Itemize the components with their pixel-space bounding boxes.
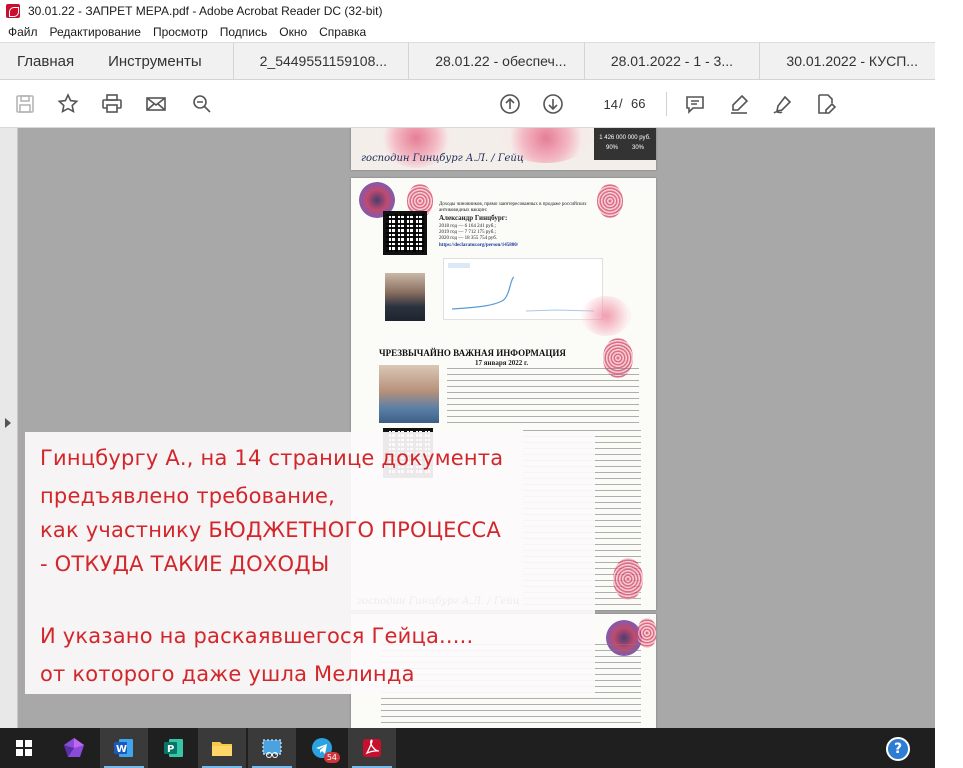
red-annotation-overlay: Гинцбургу А., на 14 странице документа п… <box>25 432 595 694</box>
title-bar: 30.01.22 - ЗАПРЕТ МЕРА.pdf - Adobe Acrob… <box>0 0 935 22</box>
income-2020: 2020 год — 18 355 754 руб. <box>439 236 497 241</box>
menu-edit[interactable]: Редактирование <box>50 25 141 39</box>
tab-row: Главная Инструменты 2_5449551159108... 2… <box>0 42 935 80</box>
gates-photo <box>379 365 439 423</box>
stamp-seal <box>581 296 631 336</box>
menu-help[interactable]: Справка <box>319 25 366 39</box>
telegram-badge: 54 <box>323 752 340 763</box>
badge-percent-right: 30% <box>632 145 645 151</box>
right-edge <box>935 0 963 728</box>
snipping-tool-icon[interactable] <box>248 728 296 768</box>
svg-text:P: P <box>167 744 174 755</box>
annotation-line: как участнику БЮДЖЕТНОГО ПРОЦЕССА <box>40 518 501 542</box>
annotation-line: предъявлено требование, <box>40 484 336 508</box>
taskbar: W P 54 <box>0 728 935 768</box>
highlight-icon[interactable] <box>725 90 753 118</box>
print-icon[interactable] <box>98 90 126 118</box>
pdf-page: господин Гинцбург А.Л. / Гейц 1 426 000 … <box>351 128 656 170</box>
menu-file[interactable]: Файл <box>8 25 38 39</box>
document-viewport[interactable]: господин Гинцбург А.Л. / Гейц 1 426 000 … <box>0 128 935 728</box>
file-explorer-icon[interactable] <box>198 728 246 768</box>
publisher-icon[interactable]: P <box>150 728 198 768</box>
fill-sign-icon[interactable] <box>812 90 840 118</box>
heading-date: 17 января 2022 г. <box>475 359 529 367</box>
income-chart-image <box>443 258 603 320</box>
badge-amount: 1 426 000 000 руб. <box>599 135 651 141</box>
annotation-line: И указано на раскаявшегося Гейца..... <box>40 624 474 648</box>
annotation-line: Гинцбургу А., на 14 странице документа <box>40 446 504 470</box>
email-icon[interactable] <box>142 90 170 118</box>
tab-home[interactable]: Главная <box>0 43 91 79</box>
fingerprint <box>613 558 643 600</box>
menu-bar: Файл Редактирование Просмотр Подпись Окн… <box>0 22 935 42</box>
doc-tab[interactable]: 2_5449551159108... <box>232 43 409 79</box>
qr-code <box>383 211 427 255</box>
word-icon[interactable]: W <box>100 728 148 768</box>
intro-text: Доходы чиновников, прямо заинтересованны… <box>439 202 587 213</box>
doc-tab[interactable]: 28.01.2022 - 1 - 3... <box>583 43 760 79</box>
annotation-line: от которого даже ушла Мелинда <box>40 662 415 686</box>
save-icon[interactable] <box>11 90 39 118</box>
toolbar-divider <box>666 92 667 116</box>
page-down-icon[interactable] <box>539 90 567 118</box>
sign-icon[interactable] <box>769 90 797 118</box>
main-heading: ЧРЕЗВЫЧАЙНО ВАЖНАЯ ИНФОРМАЦИЯ <box>379 348 566 358</box>
person-heading: Александр Гинцбург: <box>439 214 508 222</box>
tab-tools[interactable]: Инструменты <box>91 43 219 79</box>
left-panel[interactable] <box>0 128 18 728</box>
doc-tab[interactable]: 28.01.22 - обеспеч... <box>408 43 584 79</box>
page-number-input[interactable] <box>582 92 618 116</box>
amount-badge: 1 426 000 000 руб. 90% 30% <box>594 128 656 160</box>
zoom-search-icon[interactable] <box>188 90 216 118</box>
svg-text:W: W <box>116 744 127 755</box>
acrobat-logo-icon <box>6 4 20 18</box>
declarator-link[interactable]: https://declarator.org/person/145800/ <box>439 243 518 249</box>
telegram-icon[interactable]: 54 <box>298 728 346 768</box>
menu-window[interactable]: Окно <box>279 25 307 39</box>
page-up-icon[interactable] <box>496 90 524 118</box>
expand-panel-icon[interactable] <box>5 418 11 428</box>
help-icon[interactable]: ? <box>886 737 910 761</box>
badge-percent-left: 90% <box>605 145 618 151</box>
toolbar: / 66 <box>0 80 935 128</box>
handwritten-signature: господин Гинцбург А.Л. / Гейц <box>361 153 524 164</box>
menu-view[interactable]: Просмотр <box>153 25 208 39</box>
article-text <box>447 368 639 426</box>
menu-sign[interactable]: Подпись <box>220 25 268 39</box>
annotation-line: - ОТКУДА ТАКИЕ ДОХОДЫ <box>40 552 330 576</box>
person-photo <box>385 273 425 321</box>
window-title: 30.01.22 - ЗАПРЕТ МЕРА.pdf - Adobe Acrob… <box>28 4 383 18</box>
comment-icon[interactable] <box>681 90 709 118</box>
app-gem-icon[interactable] <box>50 728 98 768</box>
bookmark-star-icon[interactable] <box>54 90 82 118</box>
page-separator: / <box>619 96 623 111</box>
page-total: 66 <box>631 96 646 111</box>
acrobat-taskbar-icon[interactable] <box>348 728 396 768</box>
doc-tab[interactable]: 30.01.2022 - КУСП... <box>759 43 935 79</box>
windows-start-icon[interactable] <box>0 728 48 768</box>
